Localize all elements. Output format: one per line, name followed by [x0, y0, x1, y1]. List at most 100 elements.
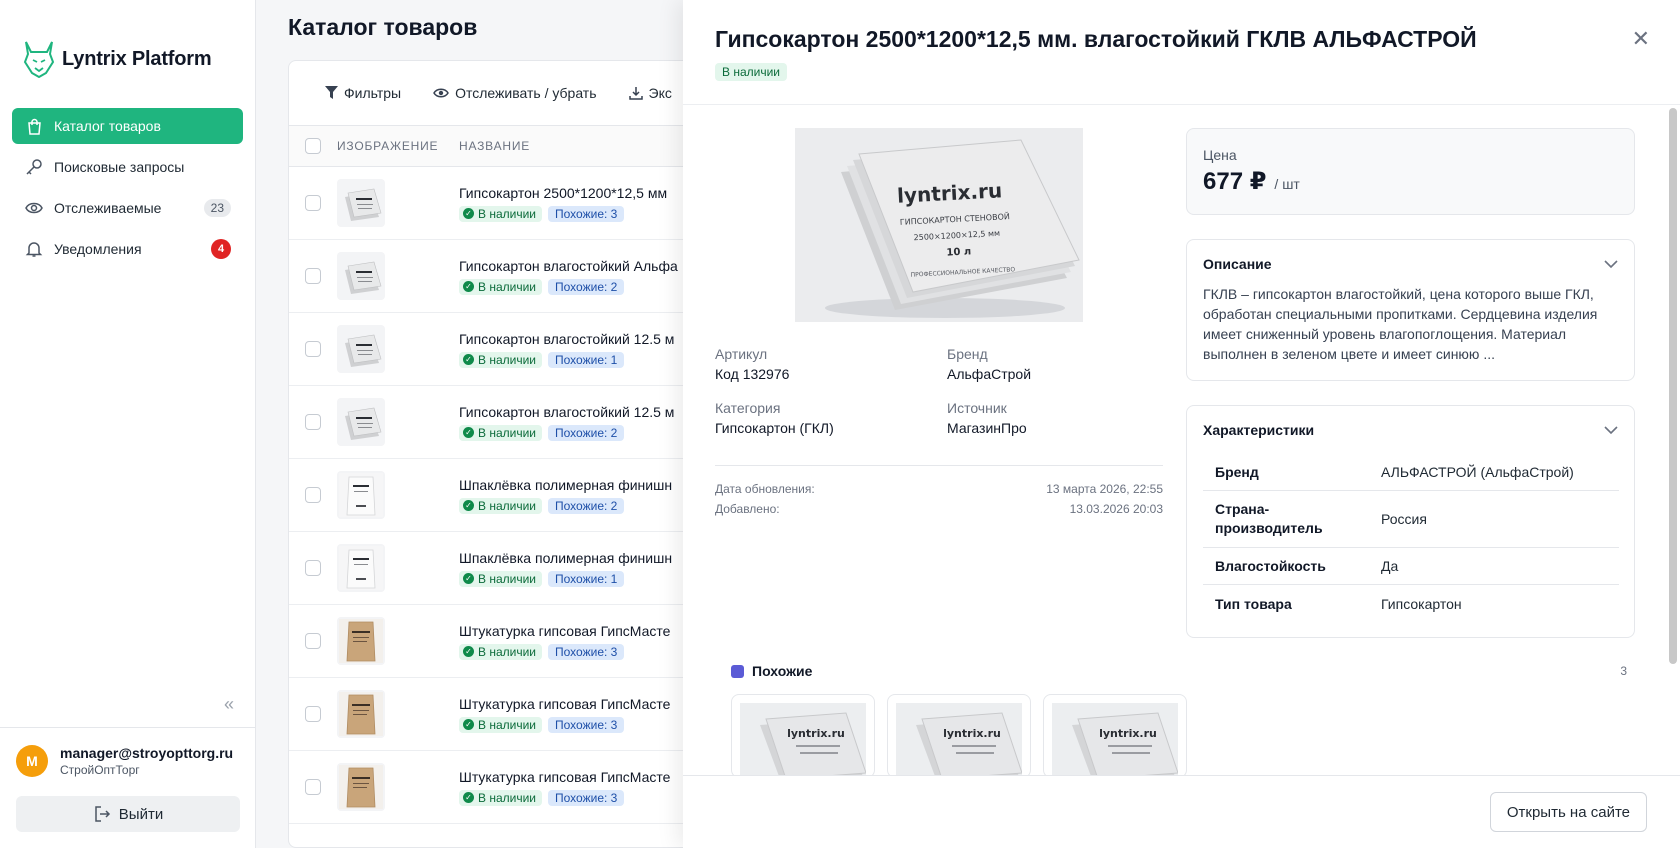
user-organization: СтройОптТорг	[60, 763, 140, 777]
similar-product-card[interactable]: lyntrix.ru	[1043, 694, 1187, 778]
sidebar-item-notifications[interactable]: Уведомления 4	[12, 231, 243, 267]
table-row[interactable]: Гипсокартон влагостойкий 12.5 м ✓ В наличи…	[289, 313, 707, 386]
row-checkbox[interactable]	[305, 560, 321, 576]
sidebar-item-label: Уведомления	[54, 241, 142, 257]
spec-value: АЛЬФАСТРОЙ (АльфаСтрой)	[1381, 464, 1574, 480]
user-email: manager@stroyopttorg.ru	[60, 745, 234, 761]
category-value: Гипсокартон (ГКЛ)	[715, 420, 834, 436]
collapse-sidebar-icon[interactable]: «	[224, 694, 234, 715]
description-text: ГКЛВ – гипсокартон влагостойкий, цена ко…	[1203, 286, 1598, 362]
brand-value: АльфаСтрой	[947, 366, 1032, 382]
filters-label: Фильтры	[344, 85, 402, 101]
logo[interactable]: Lyntrix Platform	[22, 40, 212, 78]
product-thumbnail	[337, 179, 385, 227]
similar-product-brand: lyntrix.ru	[1099, 727, 1157, 740]
similar-count-badge[interactable]: Похожие: 2	[548, 497, 625, 514]
catalog-table: Фильтры Отслеживать / убрать Экс ИЗОБРАЖ…	[288, 60, 708, 848]
chevron-down-icon[interactable]	[1604, 425, 1618, 435]
chevron-down-icon[interactable]	[1604, 259, 1618, 269]
table-row[interactable]: Гипсокартон влагостойкий 12.5 м ✓ В наличи…	[289, 386, 707, 459]
sidebar-item-catalog[interactable]: Каталог товаров	[12, 108, 243, 144]
logout-button[interactable]: Выйти	[16, 796, 240, 832]
characteristics-header[interactable]: Характеристики	[1203, 422, 1618, 438]
stock-status-label: В наличии	[478, 279, 537, 294]
check-circle-icon: ✓	[463, 427, 474, 438]
user-profile[interactable]: M manager@stroyopttorg.ru СтройОптТорг	[16, 745, 233, 777]
table-row[interactable]: Штукатурка гипсовая ГипсМасте ✓ В наличии П…	[289, 678, 707, 751]
similar-product-card[interactable]: lyntrix.ru	[731, 694, 875, 778]
sidebar-item-search-queries[interactable]: Поисковые запросы	[12, 149, 243, 185]
description-card: Описание ГКЛВ – гипсокартон влагостойкий…	[1186, 239, 1635, 381]
package-line-3: 10 л	[946, 246, 971, 258]
similar-count-badge[interactable]: Похожие: 2	[548, 424, 625, 441]
similar-count-badge[interactable]: Похожие: 3	[548, 643, 625, 660]
row-checkbox[interactable]	[305, 633, 321, 649]
stock-status-badge: ✓ В наличии	[459, 278, 543, 295]
spec-key: Бренд	[1215, 464, 1259, 480]
stock-status-badge: ✓ В наличии	[459, 497, 543, 514]
logout-icon	[95, 806, 110, 822]
table-row[interactable]: Шпаклёвка полимерная финишн ✓ В наличии Пох…	[289, 532, 707, 605]
row-checkbox[interactable]	[305, 341, 321, 357]
similar-product-image: lyntrix.ru	[896, 703, 1023, 777]
spec-value: Да	[1381, 558, 1399, 574]
product-name[interactable]: Шпаклёвка полимерная финишн	[459, 477, 707, 493]
filters-button[interactable]: Фильтры	[325, 85, 401, 101]
table-row[interactable]: Штукатурка гипсовая ГипсМасте ✓ В наличии П…	[289, 605, 707, 678]
product-image[interactable]: lyntrix.ru ГИПСОКАРТОН СТЕНОВОЙ 2500×120…	[795, 128, 1083, 322]
row-checkbox[interactable]	[305, 706, 321, 722]
product-name[interactable]: Гипсокартон 2500*1200*12,5 мм	[459, 185, 707, 201]
similar-count-badge[interactable]: Похожие: 2	[548, 278, 625, 295]
description-header[interactable]: Описание	[1203, 256, 1618, 272]
meta-source: Источник МагазинПро	[947, 400, 1179, 436]
row-checkbox[interactable]	[305, 779, 321, 795]
logout-label: Выйти	[118, 805, 164, 823]
product-name[interactable]: Штукатурка гипсовая ГипсМасте	[459, 769, 707, 785]
sidebar-item-tracked[interactable]: Отслеживаемые 23	[12, 190, 243, 226]
product-name[interactable]: Шпаклёвка полимерная финишн	[459, 550, 707, 566]
characteristics-card: Характеристики Бренд АЛЬФАСТРОЙ (АльфаСт…	[1186, 405, 1635, 638]
sidebar-item-label: Поисковые запросы	[54, 159, 185, 175]
open-on-site-button[interactable]: Открыть на сайте	[1489, 792, 1647, 832]
product-name[interactable]: Гипсокартон влагостойкий Альфа	[459, 258, 707, 274]
tracked-count-badge: 23	[203, 199, 231, 217]
stock-status-badge: ✓ В наличии	[459, 424, 543, 441]
product-name[interactable]: Штукатурка гипсовая ГипсМасте	[459, 696, 707, 712]
lynx-logo-icon	[23, 41, 55, 78]
spec-value: Россия	[1381, 511, 1427, 527]
export-button[interactable]: Экс	[628, 85, 672, 101]
avatar: M	[16, 745, 48, 777]
track-toggle-button[interactable]: Отслеживать / убрать	[433, 85, 597, 101]
select-all-checkbox[interactable]	[305, 138, 321, 154]
track-toggle-label: Отслеживать / убрать	[455, 85, 597, 101]
close-icon[interactable]: ✕	[1632, 26, 1650, 52]
product-name[interactable]: Штукатурка гипсовая ГипсМасте	[459, 623, 707, 639]
similar-count-badge[interactable]: Похожие: 3	[548, 716, 625, 733]
scrollbar[interactable]	[1669, 108, 1677, 664]
table-row[interactable]: Гипсокартон 2500*1200*12,5 мм ✓ В наличии П…	[289, 167, 707, 240]
similar-count-badge[interactable]: Похожие: 3	[548, 789, 625, 806]
divider	[683, 104, 1680, 105]
table-row[interactable]: Гипсокартон влагостойкий Альфа ✓ В наличии…	[289, 240, 707, 313]
characteristics-table: Бренд АЛЬФАСТРОЙ (АльфаСтрой) Страна-про…	[1203, 454, 1619, 622]
similar-product-card[interactable]: lyntrix.ru	[887, 694, 1031, 778]
table-header: ИЗОБРАЖЕНИЕ НАЗВАНИЕ	[289, 125, 707, 167]
row-checkbox[interactable]	[305, 268, 321, 284]
stock-status-badge: ✓ В наличии	[459, 570, 543, 587]
meta-article: Артикул Код 132976	[715, 346, 947, 382]
check-circle-icon: ✓	[463, 792, 474, 803]
drawer-footer: Открыть на сайте	[683, 775, 1680, 848]
row-checkbox[interactable]	[305, 414, 321, 430]
product-name[interactable]: Гипсокартон влагостойкий 12.5 м	[459, 331, 707, 347]
product-name[interactable]: Гипсокартон влагостойкий 12.5 м	[459, 404, 707, 420]
spec-row: Бренд АЛЬФАСТРОЙ (АльфаСтрой)	[1203, 454, 1619, 491]
table-row[interactable]: Шпаклёвка полимерная финишн ✓ В наличии Пох…	[289, 459, 707, 532]
row-checkbox[interactable]	[305, 195, 321, 211]
similar-count-badge[interactable]: Похожие: 3	[548, 205, 625, 222]
table-row[interactable]: Штукатурка гипсовая ГипсМасте ✓ В наличии П…	[289, 751, 707, 824]
similar-count-badge[interactable]: Похожие: 1	[548, 351, 625, 368]
article-label: Артикул	[715, 346, 768, 362]
similar-count-badge[interactable]: Похожие: 1	[548, 570, 625, 587]
check-circle-icon: ✓	[463, 646, 474, 657]
row-checkbox[interactable]	[305, 487, 321, 503]
